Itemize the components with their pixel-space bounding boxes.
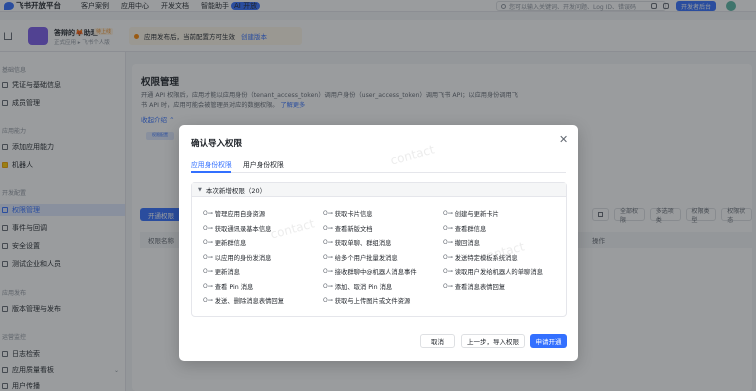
key-icon: O⊸	[203, 253, 213, 261]
permission-item: O⊸ 查看 Pin 消息	[203, 282, 253, 291]
permission-label: 查看群信息	[454, 225, 487, 233]
permission-label: 创建与更新卡片	[454, 211, 499, 218]
permission-label: 获取通讯录基本信息	[214, 225, 272, 233]
dialog-title: 确认导入权限	[191, 139, 243, 149]
key-icon: O⊸	[203, 268, 213, 275]
permission-label: 以应用的身份发消息	[214, 254, 272, 262]
back-import-button[interactable]: 上一步，导入权限	[461, 334, 525, 348]
key-icon: O⊸	[203, 210, 213, 217]
permission-item: O⊸ 创建与更新卡片	[443, 209, 499, 218]
active-tab-indicator	[191, 171, 231, 173]
cancel-button[interactable]: 取消	[420, 334, 455, 348]
permission-item: O⊸ 获取与上传图片或文件资源	[323, 296, 410, 305]
permission-label: 查看新版文档	[334, 225, 373, 233]
key-icon: O⊸	[323, 210, 333, 217]
permission-label: 读取用户发给机器人的单聊消息	[454, 269, 543, 276]
permission-label: 添加、取消 Pin 消息	[334, 283, 393, 291]
key-icon: O⊸	[323, 224, 333, 232]
permission-item: O⊸ 接收群聊中@机器人消息事件	[323, 267, 417, 276]
permission-item: O⊸ 管理应用自身资源	[203, 209, 265, 218]
permission-item: O⊸ 以应用的身份发消息	[203, 253, 271, 262]
permission-label: 撤回消息	[454, 240, 480, 247]
apply-button[interactable]: 申请开通	[530, 334, 567, 348]
section-title: 本次新增权限（20）	[205, 186, 267, 195]
permission-label: 获取卡片信息	[334, 211, 373, 218]
key-icon: O⊸	[443, 268, 453, 275]
key-icon: O⊸	[443, 239, 453, 246]
permission-item: O⊸ 获取通讯录基本信息	[203, 224, 271, 233]
permission-label: 更新群信息	[214, 240, 247, 247]
permission-label: 发送、删除消息表情回复	[214, 298, 285, 305]
permission-label: 查看 Pin 消息	[214, 283, 254, 291]
permission-item: O⊸ 获取卡片信息	[323, 209, 373, 218]
permission-label: 给多个用户批量发消息	[334, 254, 398, 262]
key-icon: O⊸	[443, 224, 453, 232]
key-icon: O⊸	[443, 253, 453, 261]
key-icon: O⊸	[203, 239, 213, 246]
permission-label: 接收群聊中@机器人消息事件	[334, 269, 417, 276]
permission-label: 更新消息	[214, 269, 240, 276]
permission-item: O⊸ 撤回消息	[443, 238, 480, 247]
tab-app-identity[interactable]: 应用身份权限	[191, 159, 232, 169]
permission-item: O⊸ 读取用户发给机器人的单聊消息	[443, 267, 543, 276]
key-icon: O⊸	[203, 282, 213, 290]
permission-item: O⊸ 获取单聊、群组消息	[323, 238, 391, 247]
dialog-tabs: 应用身份权限 用户身份权限	[191, 158, 566, 173]
key-icon: O⊸	[323, 268, 333, 275]
key-icon: O⊸	[323, 239, 333, 246]
permission-item: O⊸ 给多个用户批量发消息	[323, 253, 398, 262]
permission-item: O⊸ 查看消息表情回复	[443, 282, 505, 291]
key-icon: O⊸	[323, 297, 333, 304]
permission-item: O⊸ 更新消息	[203, 267, 240, 276]
key-icon: O⊸	[443, 282, 453, 290]
key-icon: O⊸	[443, 210, 453, 217]
permission-item: O⊸ 查看群信息	[443, 224, 486, 233]
permission-item: O⊸ 查看新版文档	[323, 224, 373, 233]
permission-item: O⊸ 更新群信息	[203, 238, 246, 247]
key-icon: O⊸	[323, 282, 333, 290]
tab-user-identity[interactable]: 用户身份权限	[243, 159, 284, 169]
permission-label: 查看消息表情回复	[454, 283, 506, 291]
permission-item: O⊸ 发送、删除消息表情回复	[203, 296, 284, 305]
permission-label: 管理应用自身资源	[214, 211, 266, 218]
permission-label: 获取单聊、群组消息	[334, 240, 392, 247]
caret-down-icon: ▼	[198, 186, 202, 193]
close-icon[interactable]: ✕	[559, 134, 568, 145]
key-icon: O⊸	[203, 297, 213, 304]
permission-item: O⊸ 添加、取消 Pin 消息	[323, 282, 392, 291]
new-permissions-header[interactable]: ▼ 本次新增权限（20）	[192, 183, 566, 197]
key-icon: O⊸	[203, 224, 213, 232]
key-icon: O⊸	[323, 253, 333, 261]
permission-label: 获取与上传图片或文件资源	[334, 298, 411, 305]
